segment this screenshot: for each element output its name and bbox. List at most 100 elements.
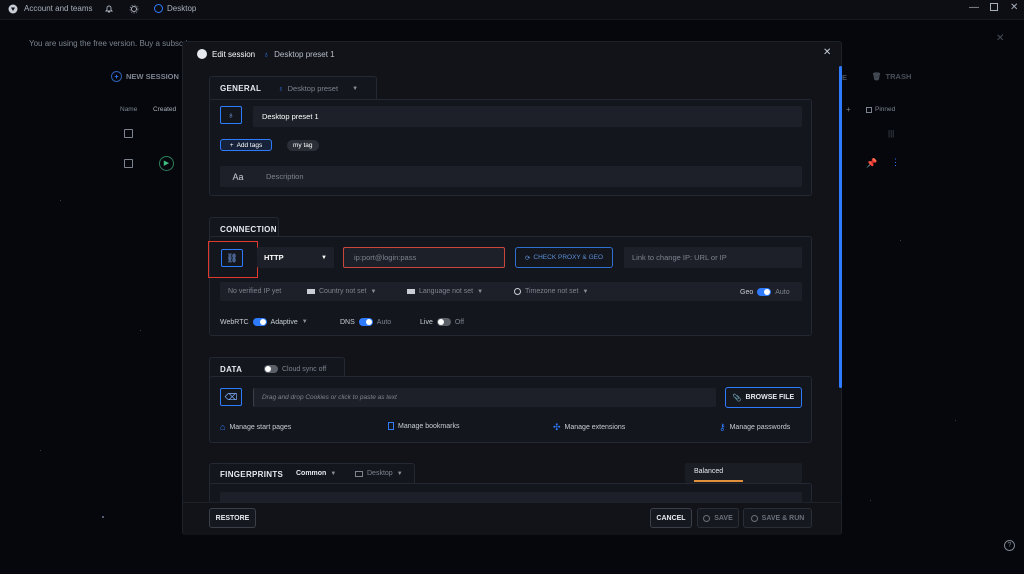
gear-icon[interactable] (129, 4, 139, 14)
save-run-button[interactable]: SAVE & RUN (743, 508, 812, 528)
add-tags-button[interactable]: + Add tags (220, 139, 272, 151)
country-select[interactable]: Country not set ▼ (307, 288, 376, 295)
fingerprints-platform-select[interactable]: Desktop ▼ (355, 470, 403, 477)
fingerprint-icon: ♁ (278, 84, 284, 93)
col-pinned-label: Pinned (875, 106, 896, 113)
cloud-sync-switch[interactable] (264, 365, 278, 373)
more-icon[interactable]: ⋮ (891, 157, 900, 168)
columns-icon[interactable]: ||| (888, 129, 894, 138)
proxy-placeholder: ip:port@login:pass (354, 253, 417, 262)
modal-title: Edit session (212, 49, 256, 59)
preset-select[interactable]: ♁ Desktop preset ▼ (278, 84, 358, 93)
trash-button[interactable]: 🗑 TRASH (872, 72, 911, 81)
new-session-button[interactable]: + NEW SESSION (111, 71, 179, 82)
proxy-input[interactable]: ip:port@login:pass (343, 247, 505, 268)
fingerprints-common-select[interactable]: Common ▼ (296, 470, 336, 477)
manage-bookmarks-link[interactable]: Manage bookmarks (388, 422, 459, 430)
description-input[interactable]: Aa Description (220, 166, 802, 187)
cookies-placeholder: Drag and drop Cookies or click to paste … (262, 394, 397, 401)
pin-icon[interactable]: 📌 (866, 158, 877, 169)
browse-file-button[interactable]: 📎 BROWSE FILE (725, 387, 802, 408)
restore-label: RESTORE (215, 514, 250, 522)
star (102, 516, 104, 518)
scrollbar-thumb[interactable] (839, 66, 842, 388)
extensions-label: Manage extensions (564, 424, 626, 431)
add-column-icon[interactable]: + (846, 105, 851, 114)
tag-chip[interactable]: my tag (287, 140, 319, 151)
puzzle-icon: ✣ (553, 422, 561, 432)
close-modal-button[interactable]: ✕ (823, 47, 831, 58)
star (40, 450, 41, 451)
cloud-sync-toggle[interactable]: Cloud sync off (264, 365, 326, 373)
minimize-button[interactable]: — (969, 2, 979, 13)
live-value: Off (454, 318, 465, 326)
browse-file-label: BROWSE FILE (745, 394, 795, 401)
live-switch[interactable] (436, 318, 451, 326)
webrtc-switch[interactable] (252, 318, 267, 326)
help-icon[interactable]: ? (1004, 540, 1015, 551)
modal-header: Edit session ♁ Desktop preset 1 (197, 49, 335, 59)
description-placeholder: Description (266, 172, 304, 181)
country-label: Country not set (319, 288, 367, 295)
dns-switch[interactable] (358, 318, 373, 326)
account-teams-link[interactable]: Account and teams (24, 4, 92, 13)
add-tags-label: Add tags (236, 141, 263, 149)
chevron-down-icon: ▼ (370, 288, 377, 295)
manage-extensions-link[interactable]: ✣ Manage extensions (553, 422, 625, 433)
chevron-down-icon: ▼ (321, 254, 327, 261)
chevron-down-icon: ▼ (301, 319, 308, 325)
data-label: DATA (220, 365, 243, 374)
edit-session-modal: Edit session ♁ Desktop preset 1 ✕ GENERA… (182, 41, 842, 535)
live-setting[interactable]: Live Off (420, 318, 464, 326)
geo-toggle[interactable]: Geo Auto (740, 288, 790, 296)
bell-icon[interactable] (104, 4, 114, 14)
col-pinned[interactable]: Pinned (866, 106, 895, 113)
manage-start-pages-link[interactable]: ⌂ Manage start pages (220, 422, 291, 432)
tab-desktop-label: Desktop (167, 4, 197, 13)
account-label: Account and teams (24, 4, 93, 13)
cancel-button[interactable]: CANCEL (650, 508, 692, 528)
home-icon: ⌂ (220, 422, 226, 432)
manage-passwords-link[interactable]: ⚷ Manage passwords (719, 422, 790, 433)
proxy-icon[interactable]: ⛓ (221, 249, 243, 267)
geo-switch[interactable] (757, 288, 772, 296)
close-notice-icon[interactable]: ✕ (996, 33, 1004, 44)
star (870, 500, 871, 501)
timezone-select[interactable]: Timezone not set ▼ (514, 288, 588, 295)
star (955, 420, 956, 421)
dns-value: Auto (376, 318, 392, 326)
connection-label: CONNECTION (220, 225, 277, 234)
maximize-button[interactable] (990, 3, 998, 11)
balance-selector[interactable]: Balanced (685, 463, 802, 483)
star (900, 240, 901, 241)
row-checkbox[interactable] (124, 129, 133, 138)
preset-select-label: Desktop preset (287, 84, 339, 93)
row-checkbox[interactable] (124, 159, 133, 168)
verified-ip-status: No verified IP yet (228, 288, 281, 295)
tab-desktop[interactable]: Desktop (154, 4, 196, 13)
passwords-label: Manage passwords (729, 424, 791, 431)
check-proxy-button[interactable]: ⟳ CHECK PROXY & GEO (515, 247, 613, 268)
checkbox-icon (866, 106, 872, 113)
play-icon[interactable]: ▶ (159, 156, 174, 171)
change-ip-input[interactable]: Link to change IP: URL or IP (624, 247, 802, 268)
key-icon: ⚷ (719, 422, 726, 432)
webrtc-label: WebRTC (220, 318, 249, 326)
restore-button[interactable]: RESTORE (209, 508, 256, 528)
close-window-button[interactable]: ✕ (1010, 2, 1018, 13)
col-created: Created (153, 106, 177, 113)
text-format-icon: Aa (232, 171, 244, 182)
geo-label: Geo (740, 288, 754, 296)
session-name-input[interactable]: Desktop preset 1 (253, 106, 802, 127)
save-button[interactable]: SAVE (697, 508, 739, 528)
language-select[interactable]: Language not set ▼ (407, 288, 483, 295)
bg-tab-fragment: E (842, 73, 848, 82)
dns-setting[interactable]: DNS Auto (340, 318, 391, 326)
cookies-drop-zone[interactable]: Drag and drop Cookies or click to paste … (253, 388, 716, 407)
proxy-type-select[interactable]: HTTP ▼ (257, 247, 334, 268)
webrtc-setting[interactable]: WebRTC Adaptive ▼ (220, 318, 308, 326)
fingerprint-icon[interactable]: ♁ (220, 106, 242, 124)
platform-label: Desktop (367, 470, 393, 477)
eraser-icon[interactable]: ⌫ (220, 388, 242, 406)
globe-icon (154, 4, 163, 13)
